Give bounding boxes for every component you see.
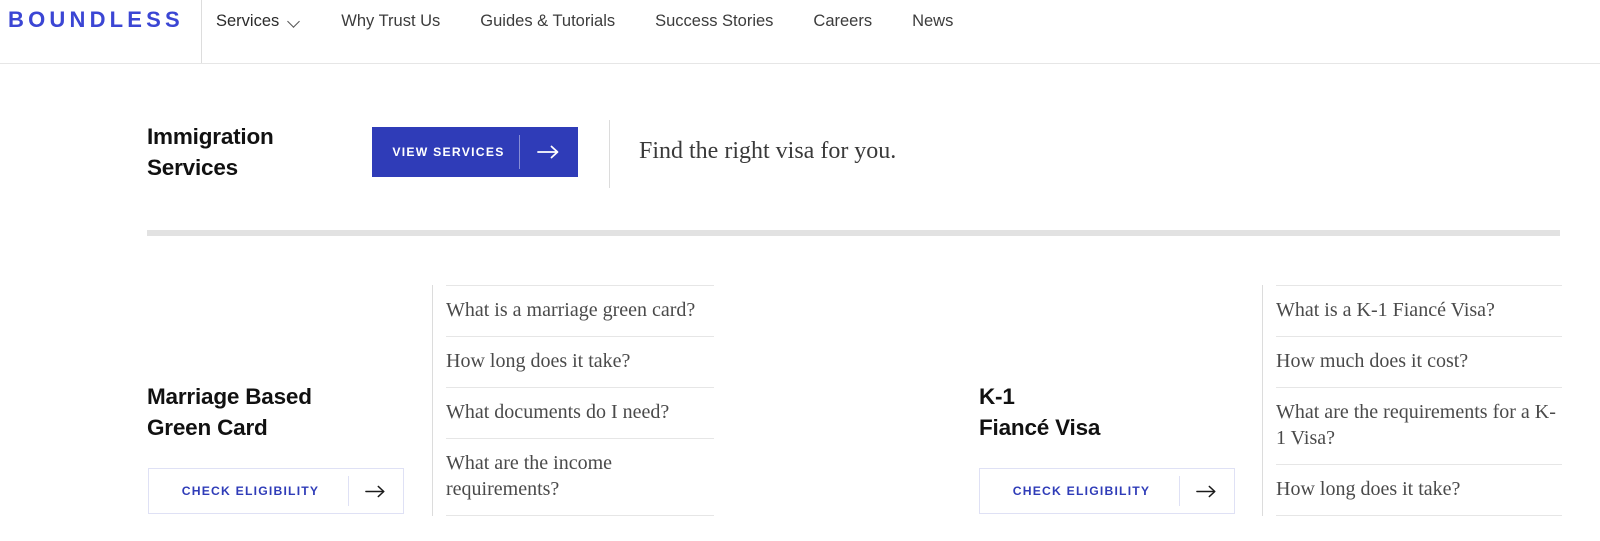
card-title-line1: K-1 <box>979 384 1015 409</box>
nav-item-services[interactable]: Services <box>216 8 301 34</box>
card-title-line2: Fiancé Visa <box>979 415 1100 440</box>
main-navigation: Services Why Trust Us Guides & Tutorials… <box>216 8 953 34</box>
question-list-inner: What is a K-1 Fiancé Visa? How much does… <box>1263 285 1562 516</box>
chevron-down-icon <box>288 16 301 29</box>
hero-tagline: Find the right visa for you. <box>639 138 896 165</box>
card-title-line1: Marriage Based <box>147 384 312 409</box>
list-item[interactable]: What is a K-1 Fiancé Visa? <box>1276 285 1562 337</box>
list-item[interactable]: What are the income requirements? <box>446 439 714 516</box>
nav-item-careers[interactable]: Careers <box>813 8 872 34</box>
page-title-line2: Services <box>147 155 238 180</box>
list-item[interactable]: What are the requirements for a K-1 Visa… <box>1276 388 1562 465</box>
list-item[interactable]: How long does it take? <box>446 337 714 388</box>
nav-item-guides-tutorials[interactable]: Guides & Tutorials <box>480 8 615 34</box>
card-title-line2: Green Card <box>147 415 268 440</box>
hero-section: Immigration Services VIEW SERVICES Find … <box>0 64 1600 214</box>
brand-logo[interactable]: BOUNDLESS <box>8 7 184 33</box>
services-cards-section: Marriage Based Green Card CHECK ELIGIBIL… <box>0 236 1600 541</box>
view-services-button[interactable]: VIEW SERVICES <box>372 127 578 177</box>
list-item[interactable]: How long does it take? <box>1276 465 1562 516</box>
hero-vertical-divider <box>609 120 610 188</box>
check-eligibility-button-label: CHECK ELIGIBILITY <box>149 484 348 498</box>
nav-item-news[interactable]: News <box>912 8 953 34</box>
check-eligibility-button-label: CHECK ELIGIBILITY <box>980 484 1179 498</box>
list-item[interactable]: How much does it cost? <box>1276 337 1562 388</box>
arrow-right-icon <box>520 144 578 160</box>
page-title-line1: Immigration <box>147 124 274 149</box>
arrow-right-icon <box>1180 484 1234 499</box>
question-list-inner: What is a marriage green card? How long … <box>433 285 714 516</box>
page-title: Immigration Services <box>147 121 367 183</box>
arrow-right-icon <box>349 484 403 499</box>
check-eligibility-button-marriage-green-card[interactable]: CHECK ELIGIBILITY <box>148 468 404 514</box>
nav-item-success-stories[interactable]: Success Stories <box>655 8 773 34</box>
list-item[interactable]: What documents do I need? <box>446 388 714 439</box>
site-header: BOUNDLESS Services Why Trust Us Guides &… <box>0 0 1600 64</box>
question-list-k1-fiance-visa: What is a K-1 Fiancé Visa? How much does… <box>1262 285 1562 516</box>
list-item[interactable]: What is a marriage green card? <box>446 285 714 337</box>
header-vertical-divider <box>201 0 202 63</box>
nav-item-why-trust-us[interactable]: Why Trust Us <box>341 8 440 34</box>
nav-item-label: Services <box>216 8 279 34</box>
view-services-button-label: VIEW SERVICES <box>372 145 519 159</box>
check-eligibility-button-k1-fiance-visa[interactable]: CHECK ELIGIBILITY <box>979 468 1235 514</box>
question-list-marriage-green-card: What is a marriage green card? How long … <box>432 285 714 516</box>
card-title-k1-fiance-visa: K-1 Fiancé Visa <box>979 381 1239 443</box>
card-title-marriage-green-card: Marriage Based Green Card <box>147 381 407 443</box>
